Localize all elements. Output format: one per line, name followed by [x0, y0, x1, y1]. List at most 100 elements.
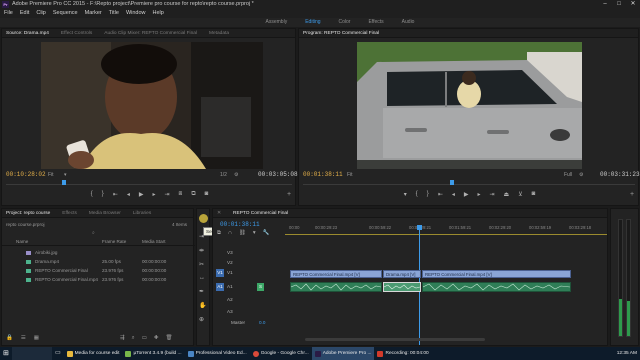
list-item[interactable]: REPTO Commercial Final.mp4 23.976 fps 00…	[2, 275, 195, 284]
tab-sequence[interactable]: REPTO Commercial Final	[233, 209, 288, 217]
pen-icon[interactable]: ✒	[199, 288, 206, 295]
add-marker-icon[interactable]: ▾	[253, 230, 256, 237]
tab-media-browser[interactable]: Media Browser	[89, 209, 121, 217]
tab-project[interactable]: Project: repto course	[6, 209, 50, 217]
step-back-icon[interactable]: ◂	[452, 191, 455, 198]
mark-out-icon[interactable]: }	[102, 191, 104, 198]
master-volume[interactable]: 0.0	[259, 320, 265, 325]
menu-sequence[interactable]: Sequence	[53, 9, 78, 18]
tab-source[interactable]: Source: Drama.mp4	[6, 29, 49, 37]
lock-icon[interactable]: 🔒	[6, 335, 13, 341]
clock[interactable]: 12:35 AM	[614, 347, 640, 360]
mark-out-icon[interactable]: }	[427, 191, 429, 198]
export-frame-icon[interactable]: ◙	[532, 191, 536, 198]
menu-help[interactable]: Help	[153, 9, 164, 18]
timeline-clip-audio[interactable]	[422, 282, 571, 292]
selection-tool-icon[interactable]	[199, 214, 208, 223]
timeline-clip-video[interactable]: REPTO Commercial Final.mp4 [V]	[422, 270, 571, 278]
column-name[interactable]: Name	[16, 239, 28, 244]
hand-icon[interactable]: ✋	[199, 302, 206, 309]
new-bin-icon[interactable]: ▭	[142, 335, 147, 342]
overwrite-icon[interactable]: ⧉	[191, 191, 195, 198]
menu-clip[interactable]: Clip	[36, 9, 45, 18]
settings-icon[interactable]: ⚙	[234, 172, 238, 178]
timeline-horizontal-scrollbar[interactable]	[305, 338, 485, 341]
minimize-icon[interactable]: –	[598, 0, 612, 9]
taskbar-item-utorrent[interactable]: µTorrent 3.4.9 (build ...	[122, 347, 184, 360]
work-area-bar[interactable]	[285, 234, 607, 235]
program-playhead[interactable]	[450, 180, 454, 185]
taskbar-item-premiere[interactable]: Adobe Premiere Pro ...	[311, 347, 375, 360]
source-patch-a1[interactable]: A1	[216, 283, 224, 291]
export-frame-icon[interactable]: ◙	[205, 191, 209, 198]
step-forward-icon[interactable]: ▸	[477, 191, 480, 198]
marker-icon[interactable]: ▾	[404, 191, 407, 198]
zoom-icon[interactable]: ⊕	[199, 316, 206, 323]
go-to-in-icon[interactable]: ⇤	[438, 191, 443, 198]
taskbar-item-explorer[interactable]: Media for course edit	[64, 347, 123, 360]
wrench-icon[interactable]: 🔧	[263, 230, 270, 237]
go-to-in-icon[interactable]: ⇤	[113, 191, 118, 198]
tab-libraries[interactable]: Libraries	[133, 209, 151, 217]
add-button-icon[interactable]: +	[287, 191, 291, 198]
icon-view-icon[interactable]: ▦	[34, 335, 39, 341]
source-resolution-select[interactable]: 1/2	[220, 172, 227, 178]
mark-in-icon[interactable]: {	[91, 191, 93, 198]
step-back-icon[interactable]: ◂	[127, 191, 130, 198]
close-icon[interactable]: ✕	[217, 209, 221, 217]
source-patch-v1[interactable]: V1	[216, 269, 224, 277]
menu-title[interactable]: Title	[109, 9, 119, 18]
taskbar-item-recording[interactable]: Recording: 00:04:00	[374, 347, 431, 360]
lift-icon[interactable]: ⏏	[504, 191, 510, 198]
task-view-icon[interactable]: ▭	[52, 347, 64, 360]
automate-icon[interactable]: ⇶	[120, 335, 125, 342]
close-icon[interactable]: ✕	[626, 0, 640, 9]
tab-audio-clip-mixer[interactable]: Audio Clip Mixer: REPTO Commercial Final	[104, 29, 197, 37]
find-icon[interactable]: ⌕	[132, 335, 135, 342]
workspace-assembly[interactable]: Assembly	[266, 18, 288, 27]
step-forward-icon[interactable]: ▸	[152, 191, 155, 198]
fit-dropdown-icon[interactable]: ▾	[64, 172, 67, 178]
search-box[interactable]	[12, 347, 52, 360]
program-timecode[interactable]: 00:01:38:11	[303, 171, 343, 178]
program-scrub-bar[interactable]	[303, 181, 635, 185]
list-item[interactable]: Airobiki.jpg	[2, 248, 195, 257]
linked-selection-icon[interactable]: ⛓	[239, 230, 246, 237]
slip-icon[interactable]: ↔	[199, 275, 206, 281]
taskbar-item-video-editor[interactable]: Professional Video Ed...	[185, 347, 250, 360]
timeline-clip-video[interactable]: Drama.mp4 [V]	[383, 270, 421, 278]
snap-icon[interactable]: ∩	[228, 230, 232, 237]
menu-file[interactable]: File	[4, 9, 13, 18]
source-timecode[interactable]: 00:10:28:02	[6, 171, 46, 178]
maximize-icon[interactable]: □	[612, 0, 626, 9]
settings-icon[interactable]: ⚙	[579, 172, 583, 178]
nest-icon[interactable]: ⧉	[217, 230, 221, 237]
tab-effects[interactable]: Effects	[62, 209, 77, 217]
taskbar-item-chrome[interactable]: Google - Google Chr...	[250, 347, 312, 360]
timeline-clip-audio-selected[interactable]	[383, 282, 421, 292]
workspace-audio[interactable]: Audio	[402, 18, 415, 27]
column-frame-rate[interactable]: Frame Rate	[102, 239, 126, 244]
timeline-timecode[interactable]: 00:01:38:11	[220, 221, 260, 228]
trash-icon[interactable]: 🗑	[166, 335, 173, 342]
solo-icon[interactable]: S	[257, 283, 264, 291]
razor-icon[interactable]: ✂	[199, 261, 206, 268]
menu-edit[interactable]: Edit	[20, 9, 29, 18]
program-quality-select[interactable]: Full	[564, 172, 572, 178]
tab-effect-controls[interactable]: Effect Controls	[61, 29, 92, 37]
search-icon[interactable]: ⌕	[92, 230, 95, 236]
source-playhead[interactable]	[62, 180, 66, 185]
mark-in-icon[interactable]: {	[416, 191, 418, 198]
ripple-edit-icon[interactable]: ⇹	[199, 247, 206, 254]
start-icon[interactable]: ⊞	[0, 347, 12, 360]
column-media-start[interactable]: Media Start	[142, 239, 166, 244]
list-item[interactable]: REPTO Commercial Final 23.976 fps 00:00:…	[2, 266, 195, 275]
new-item-icon[interactable]: ✚	[154, 335, 159, 342]
program-fit-select[interactable]: Fit	[347, 172, 353, 178]
go-to-out-icon[interactable]: ⇥	[164, 191, 169, 198]
add-button-icon[interactable]: +	[630, 191, 634, 198]
timeline-ruler[interactable]: 00:00 00:00:29:23 00:00:59:22 00:01:29:2…	[285, 222, 607, 238]
play-icon[interactable]: ▶	[464, 191, 469, 198]
go-to-out-icon[interactable]: ⇥	[490, 191, 495, 198]
timeline-clip-video[interactable]: REPTO Commercial Final.mp4 [V]	[290, 270, 382, 278]
